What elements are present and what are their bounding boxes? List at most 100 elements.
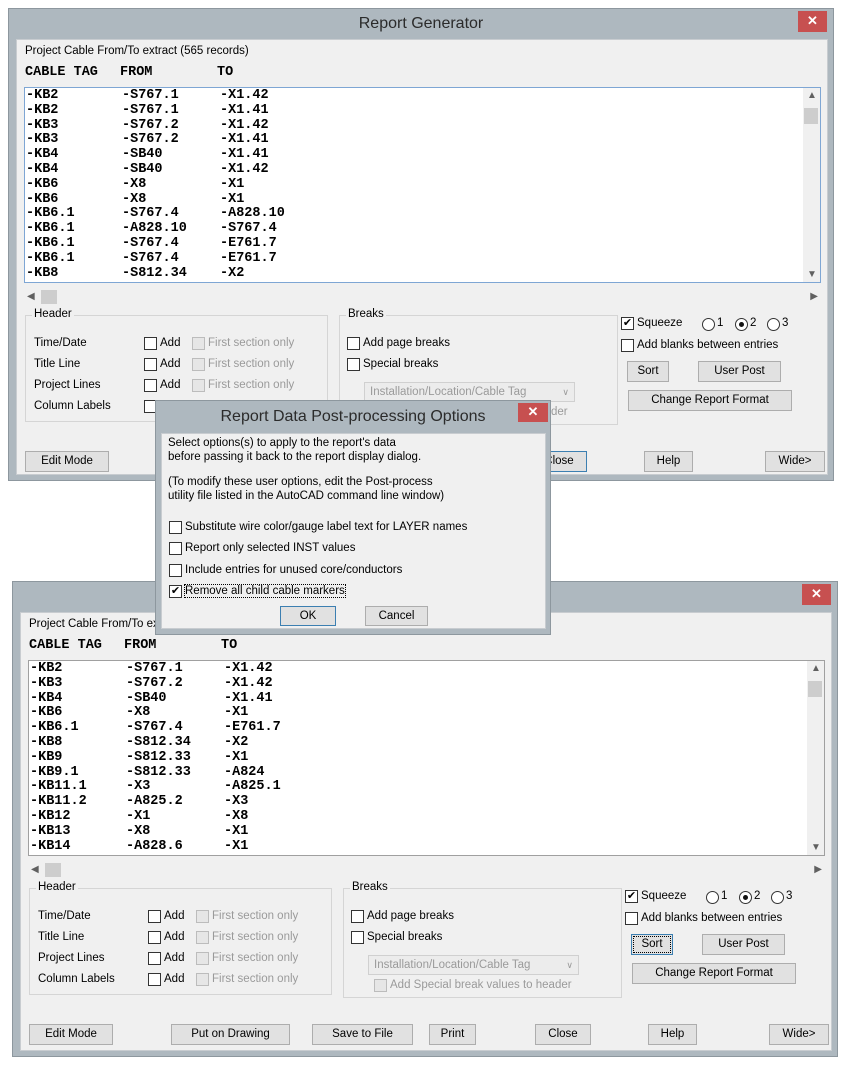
option-checkbox[interactable] xyxy=(169,542,182,556)
first-section-checkbox[interactable] xyxy=(196,973,209,986)
table-row[interactable]: -KB14 -A828.6 -X1 xyxy=(29,839,824,855)
header-add-checkbox[interactable] xyxy=(148,952,161,965)
scroll-right-icon[interactable]: ▶ xyxy=(814,864,822,875)
sort-button[interactable]: Sort xyxy=(631,934,673,955)
records-list[interactable]: -KB2 -S767.1 -X1.42 -KB3 -S767.2 -X1.42 -KB4 -S… xyxy=(28,660,825,856)
table-row[interactable]: -KB9 -S812.33 -X1 xyxy=(29,750,824,766)
records-list[interactable]: -KB2 -S767.1 -X1.42 -KB2 -S767.1 -X1.41 -KB3 -S… xyxy=(24,87,821,283)
add-page-breaks-checkbox[interactable] xyxy=(351,910,364,923)
user-post-button[interactable]: User Post xyxy=(702,934,785,955)
scroll-left-icon[interactable]: ◀ xyxy=(27,291,35,302)
help-button[interactable]: Help xyxy=(644,451,693,472)
table-row[interactable]: -KB6.1 -A828.10 -S767.4 xyxy=(25,221,820,237)
scroll-down-icon[interactable]: ▼ xyxy=(807,269,817,280)
save-to-file-button[interactable]: Save to File xyxy=(312,1024,413,1045)
add-page-breaks-checkbox[interactable] xyxy=(347,337,360,350)
option-checkbox[interactable]: ✔ xyxy=(169,584,182,598)
table-row[interactable]: -KB11.1 -X3 -A825.1 xyxy=(29,780,824,795)
change-report-format-button[interactable]: Change Report Format xyxy=(632,963,796,984)
first-section-checkbox[interactable] xyxy=(192,379,205,392)
header-add-checkbox[interactable] xyxy=(148,910,161,923)
squeeze-radio-2[interactable] xyxy=(739,891,752,904)
table-row[interactable]: -KB6 -X8 -X1 xyxy=(25,177,820,193)
wide-button[interactable]: Wide> xyxy=(769,1024,829,1045)
table-row[interactable]: -KB3 -S767.2 -X1.41 xyxy=(25,133,820,148)
table-row[interactable]: -KB9.1 -S812.33 -A824 xyxy=(29,765,824,781)
scroll-up-icon[interactable]: ▲ xyxy=(811,663,821,674)
table-row[interactable]: -KB4 -SB40 -X1.41 xyxy=(25,147,820,163)
cancel-button[interactable]: Cancel xyxy=(365,606,428,626)
special-breaks-dropdown[interactable]: Installation/Location/Cable Tag ∨ xyxy=(368,955,579,975)
special-breaks-dropdown[interactable]: Installation/Location/Cable Tag ∨ xyxy=(364,382,575,402)
option-checkbox[interactable] xyxy=(169,521,182,534)
option-checkbox[interactable] xyxy=(169,563,182,577)
change-report-format-button[interactable]: Change Report Format xyxy=(628,390,792,411)
table-row[interactable]: -KB4 -SB40 -X1.42 xyxy=(25,162,820,178)
put-on-drawing-button[interactable]: Put on Drawing xyxy=(171,1024,290,1045)
table-row[interactable]: -KB11.2 -A825.2 -X3 xyxy=(29,794,824,810)
close-button[interactable]: Close xyxy=(535,1024,591,1045)
table-row[interactable]: -KB6 -X8 -X1 xyxy=(25,192,820,208)
close-icon[interactable]: ✕ xyxy=(802,584,831,605)
squeeze-radio-1[interactable] xyxy=(702,318,715,331)
close-icon[interactable]: ✕ xyxy=(798,11,827,32)
table-row[interactable]: -KB8 -S812.34 -X2 xyxy=(29,735,824,751)
scroll-left-icon[interactable]: ◀ xyxy=(31,864,39,875)
table-row[interactable]: -KB4 -SB40 -X1.41 xyxy=(29,691,824,707)
table-row[interactable]: -KB2 -S767.1 -X1.41 xyxy=(25,103,820,119)
table-row[interactable]: -KB6.1 -S767.4 -E761.7 xyxy=(29,720,824,736)
special-values-checkbox[interactable] xyxy=(374,979,387,992)
ok-button[interactable]: OK xyxy=(280,606,336,626)
squeeze-radio-3[interactable] xyxy=(771,891,784,904)
first-section-checkbox[interactable] xyxy=(196,910,209,923)
first-section-checkbox[interactable] xyxy=(196,931,209,944)
close-icon[interactable]: ✕ xyxy=(518,403,548,422)
vertical-scrollbar[interactable]: ▲ ▼ xyxy=(807,661,824,855)
header-add-checkbox[interactable] xyxy=(148,973,161,986)
scroll-up-icon[interactable]: ▲ xyxy=(807,90,817,101)
table-row[interactable]: -KB6 -X8 -X1 xyxy=(29,706,824,721)
table-row[interactable]: -KB8 -S812.34 -X2 xyxy=(25,266,820,282)
first-section-checkbox[interactable] xyxy=(192,337,205,350)
scroll-thumb[interactable] xyxy=(41,290,57,304)
scroll-thumb[interactable] xyxy=(808,681,822,697)
header-add-checkbox[interactable] xyxy=(144,337,157,350)
edit-mode-button[interactable]: Edit Mode xyxy=(29,1024,113,1045)
table-row[interactable]: -KB3 -S767.2 -X1.42 xyxy=(29,676,824,692)
vertical-scrollbar[interactable]: ▲ ▼ xyxy=(803,88,820,282)
horizontal-scrollbar[interactable]: ◀ ▶ xyxy=(24,289,821,306)
table-row[interactable]: -KB6.1 -S767.4 -E761.7 xyxy=(25,236,820,252)
special-breaks-checkbox[interactable] xyxy=(347,358,360,371)
scroll-thumb[interactable] xyxy=(45,863,61,877)
table-row[interactable]: -KB12 -X1 -X8 xyxy=(29,809,824,825)
sort-button[interactable]: Sort xyxy=(627,361,669,382)
table-row[interactable]: -KB3 -S767.2 -X1.42 xyxy=(25,118,820,134)
header-add-checkbox[interactable] xyxy=(144,379,157,392)
add-blanks-checkbox[interactable] xyxy=(621,339,634,352)
table-row[interactable]: -KB13 -X8 -X1 xyxy=(29,824,824,840)
table-row[interactable]: -KB2 -S767.1 -X1.42 xyxy=(29,661,824,677)
header-add-checkbox[interactable] xyxy=(148,931,161,944)
squeeze-radio-2[interactable] xyxy=(735,318,748,331)
wide-button[interactable]: Wide> xyxy=(765,451,825,472)
help-button[interactable]: Help xyxy=(648,1024,697,1045)
table-row[interactable]: -KB2 -S767.1 -X1.42 xyxy=(25,88,820,104)
first-section-checkbox[interactable] xyxy=(196,952,209,965)
scroll-thumb[interactable] xyxy=(804,108,818,124)
scroll-right-icon[interactable]: ▶ xyxy=(810,291,818,302)
squeeze-radio-3[interactable] xyxy=(767,318,780,331)
special-breaks-checkbox[interactable] xyxy=(351,931,364,944)
user-post-button[interactable]: User Post xyxy=(698,361,781,382)
print-button[interactable]: Print xyxy=(429,1024,476,1045)
scroll-down-icon[interactable]: ▼ xyxy=(811,842,821,853)
squeeze-radio-1[interactable] xyxy=(706,891,719,904)
first-section-checkbox[interactable] xyxy=(192,358,205,371)
squeeze-checkbox[interactable]: ✔ xyxy=(625,890,638,903)
table-row[interactable]: -KB6.1 -S767.4 -A828.10 xyxy=(25,207,820,222)
horizontal-scrollbar[interactable]: ◀ ▶ xyxy=(28,862,825,879)
edit-mode-button[interactable]: Edit Mode xyxy=(25,451,109,472)
header-add-checkbox[interactable] xyxy=(144,358,157,371)
squeeze-checkbox[interactable]: ✔ xyxy=(621,317,634,330)
table-row[interactable]: -KB6.1 -S767.4 -E761.7 xyxy=(25,251,820,267)
add-blanks-checkbox[interactable] xyxy=(625,912,638,925)
